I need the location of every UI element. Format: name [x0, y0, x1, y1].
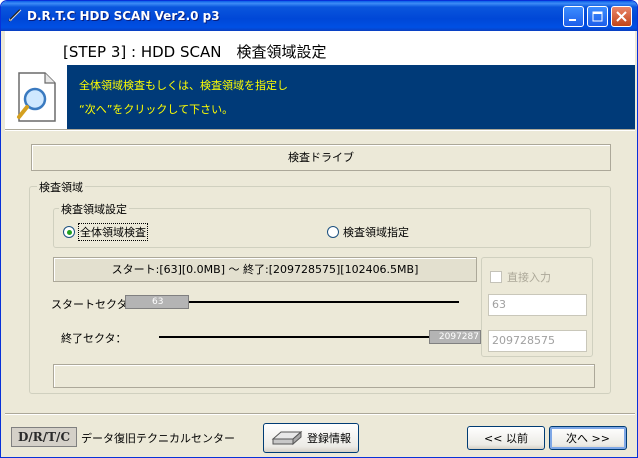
scan-setting-group-label: 検査領域設定	[59, 201, 129, 217]
start-sector-field[interactable]: 63	[488, 294, 587, 316]
footer-divider	[5, 413, 635, 415]
end-thumb-value: 2097287	[438, 332, 479, 342]
radio-range-scan-label[interactable]: 検査領域指定	[343, 224, 409, 240]
instruction-line-1: 全体領域検査もしくは、検査領域を指定し	[79, 79, 288, 92]
register-info-label: 登録情報	[307, 432, 351, 445]
status-bar	[53, 364, 595, 388]
step-header: [STEP 3] : HDD SCAN 検査領域設定 全体領域検査もしくは、検査…	[5, 31, 635, 129]
close-button[interactable]	[611, 6, 632, 27]
radio-range-scan[interactable]: 検査領域指定	[327, 224, 409, 240]
start-sector-thumb[interactable]: 63	[125, 295, 189, 309]
back-button-label: << 以前	[484, 432, 528, 445]
scan-area-group-label: 検査領域	[37, 179, 85, 195]
direct-input-checkbox[interactable]: 直接入力	[490, 269, 551, 285]
range-summary-text: スタート:[63][0.0MB] ～ 終了:[209728575][102406…	[111, 263, 419, 276]
maximize-button[interactable]	[587, 6, 608, 27]
drive-icon	[271, 430, 303, 446]
end-sector-thumb[interactable]: 2097287	[429, 330, 481, 344]
header-divider	[5, 129, 635, 131]
direct-input-label: 直接入力	[507, 271, 551, 284]
register-info-button[interactable]: 登録情報	[263, 423, 359, 453]
range-summary: スタート:[63][0.0MB] ～ 終了:[209728575][102406…	[53, 257, 477, 282]
maximize-icon	[592, 11, 603, 22]
app-window: D.R.T.C HDD SCAN Ver2.0 p3 [STEP 3] : HD…	[0, 0, 638, 458]
direct-input-checkbox-box[interactable]	[490, 271, 502, 283]
title-bar[interactable]: D.R.T.C HDD SCAN Ver2.0 p3	[1, 1, 637, 31]
end-sector-field[interactable]: 209728575	[488, 330, 587, 352]
direct-input-panel: 直接入力 63 209728575	[481, 257, 593, 357]
radio-range-scan-circle[interactable]	[327, 226, 339, 238]
window-title: D.R.T.C HDD SCAN Ver2.0 p3	[27, 9, 220, 23]
next-button-label: 次へ >>	[566, 432, 610, 445]
drtc-logo: D/R/T/C	[11, 427, 77, 447]
page-title: [STEP 3] : HDD SCAN 検査領域設定	[63, 43, 327, 61]
instruction-line-2: “次へ”をクリックして下さい。	[79, 103, 234, 116]
scan-drive-label: 検査ドライブ	[288, 151, 354, 164]
start-thumb-value: 63	[152, 297, 164, 307]
document-search-icon	[17, 72, 56, 122]
minimize-button[interactable]	[563, 6, 584, 27]
radio-full-scan-label[interactable]: 全体領域検査	[78, 223, 148, 241]
app-icon	[8, 9, 22, 22]
company-name: データ復旧テクニカルセンター	[81, 432, 235, 445]
minimize-icon	[569, 19, 576, 21]
radio-selected-dot	[66, 229, 72, 235]
instruction-banner: 全体領域検査もしくは、検査領域を指定し “次へ”をクリックして下さい。	[67, 65, 635, 129]
end-sector-label: 終了セクタ：	[61, 332, 127, 345]
radio-full-scan[interactable]: 全体領域検査	[63, 223, 148, 241]
radio-full-scan-circle[interactable]	[63, 226, 75, 238]
back-button[interactable]: << 以前	[467, 426, 545, 450]
scan-drive-bar: 検査ドライブ	[31, 144, 611, 171]
drtc-logo-text: D/R/T/C	[17, 430, 70, 444]
close-icon	[616, 11, 627, 22]
next-button[interactable]: 次へ >>	[549, 426, 627, 450]
